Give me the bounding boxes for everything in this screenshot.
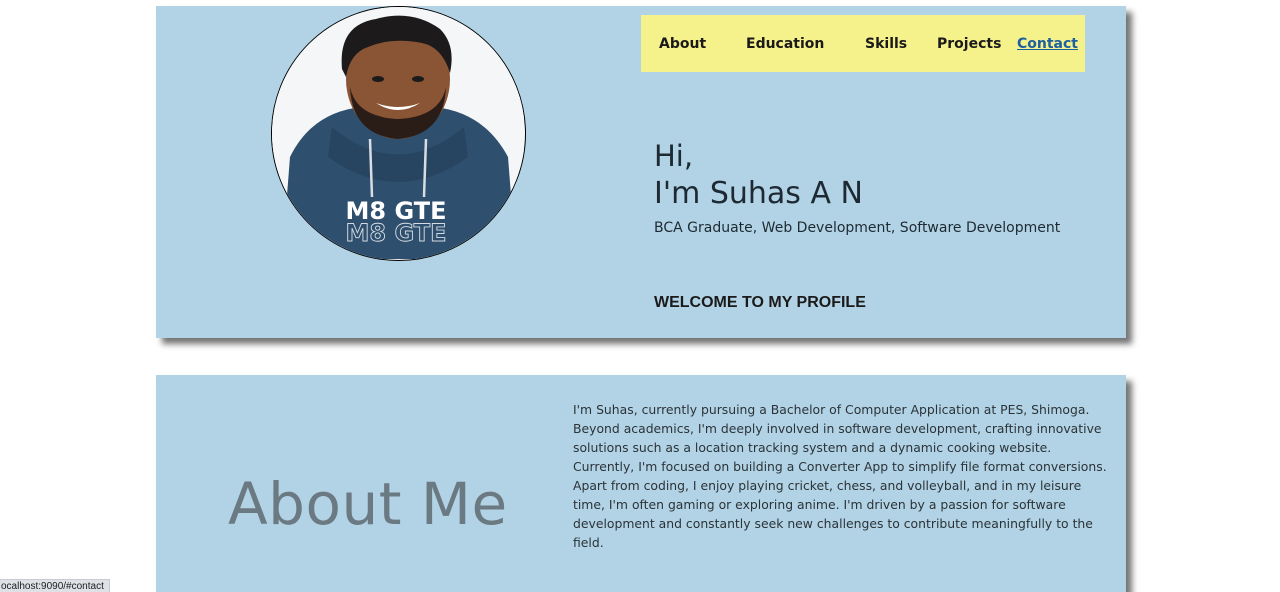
status-bar-url: ocalhost:9090/#contact <box>0 579 110 592</box>
nav-link-skills[interactable]: Skills <box>865 36 907 52</box>
welcome-heading: WELCOME TO MY PROFILE <box>654 294 866 311</box>
profile-avatar: M8 GTE M8 GTE <box>271 6 526 261</box>
nav-link-education[interactable]: Education <box>746 36 824 52</box>
shirt-print-echo-text: M8 GTE <box>346 219 447 247</box>
about-title: About Me <box>228 470 508 538</box>
profile-photo: M8 GTE M8 GTE <box>272 7 524 259</box>
role-subtitle: BCA Graduate, Web Development, Software … <box>654 220 1061 236</box>
nav-link-about[interactable]: About <box>659 36 706 52</box>
name-heading: I'm Suhas A N <box>654 176 863 211</box>
greeting-text: Hi, <box>654 139 694 173</box>
nav-link-projects[interactable]: Projects <box>937 36 1001 52</box>
nav-link-contact[interactable]: Contact <box>1017 36 1078 52</box>
main-nav: About Education Skills Projects Contact <box>641 15 1085 72</box>
hero-section: M8 GTE M8 GTE About Education Skills Pro… <box>156 6 1126 338</box>
about-section: About Me I'm Suhas, currently pursuing a… <box>156 375 1126 592</box>
about-description: I'm Suhas, currently pursuing a Bachelor… <box>573 402 1107 550</box>
